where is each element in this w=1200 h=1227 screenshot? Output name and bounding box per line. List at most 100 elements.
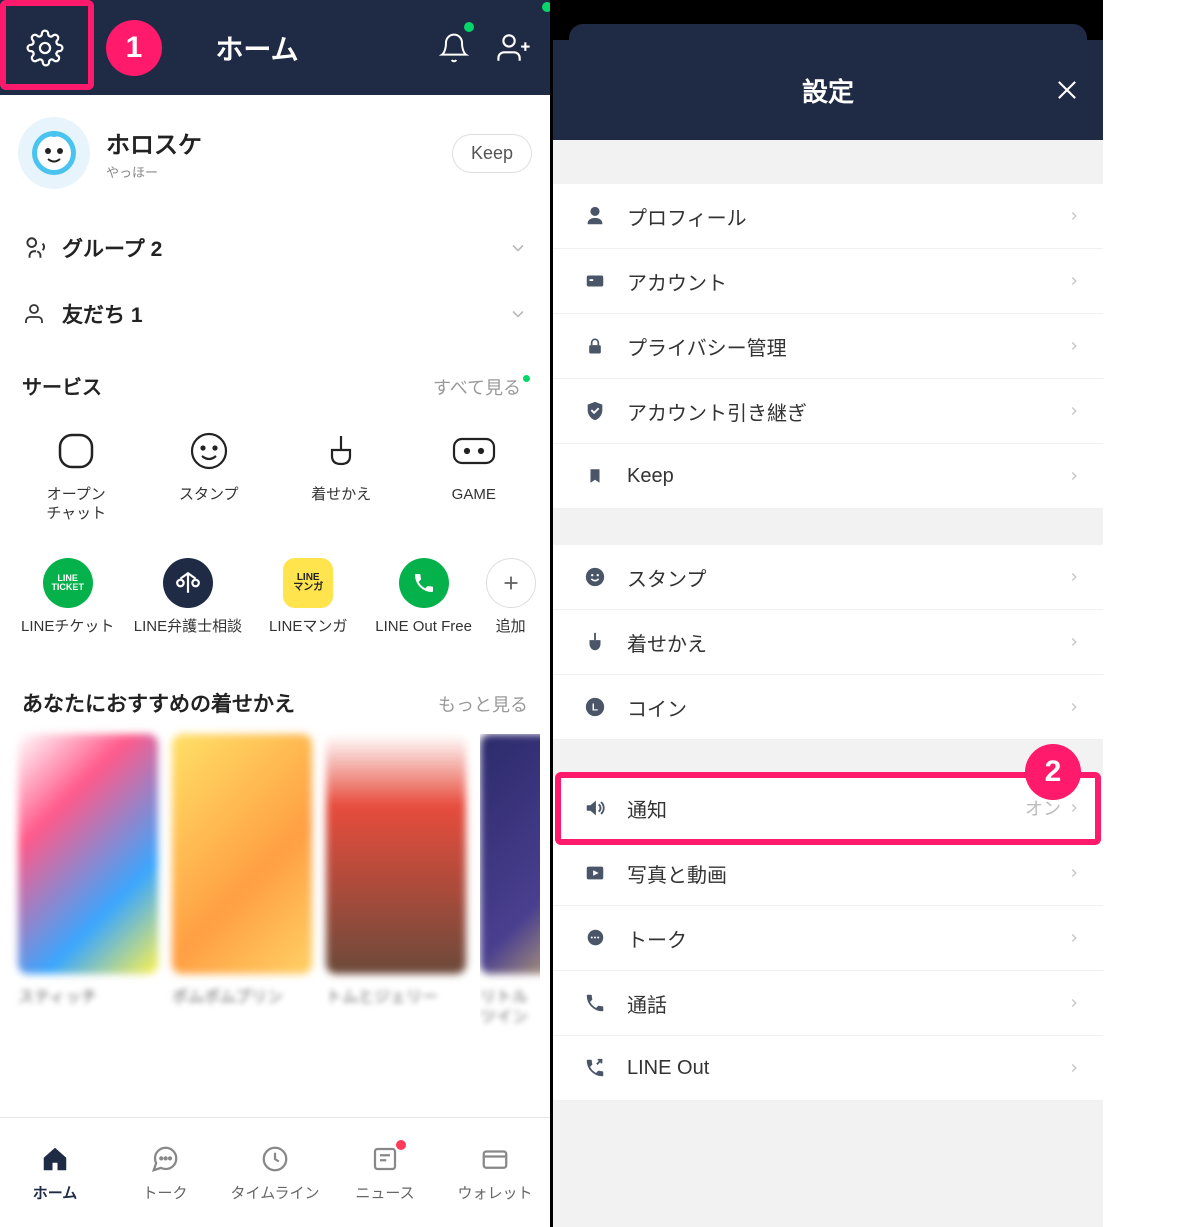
group-icon (22, 235, 52, 261)
service-line-out-free[interactable]: LINE Out Free (366, 552, 481, 643)
profile-status: やっほー (106, 162, 452, 181)
svg-text:L: L (592, 703, 598, 714)
settings-privacy[interactable]: プライバシー管理 (553, 314, 1103, 379)
brush-icon (316, 426, 366, 476)
line-out-icon (399, 558, 449, 608)
recommended-more-link[interactable]: もっと見る (438, 691, 528, 717)
settings-label: プライバシー管理 (627, 332, 1067, 361)
groups-label: グループ 2 (62, 233, 508, 263)
theme-item[interactable]: ポムポムプリン (172, 734, 312, 1028)
settings-account[interactable]: アカウント (553, 249, 1103, 314)
smile-icon (575, 566, 615, 588)
chevron-right-icon (1067, 570, 1081, 584)
settings-line-out[interactable]: LINE Out (553, 1036, 1103, 1101)
services-more-link[interactable]: すべて見る (433, 374, 521, 400)
settings-talk[interactable]: トーク (553, 906, 1103, 971)
settings-coin[interactable]: L コイン (553, 675, 1103, 740)
tab-timeline[interactable]: タイムライン (220, 1118, 330, 1227)
settings-photo-video[interactable]: 写真と動画 (553, 841, 1103, 906)
game-icon (449, 426, 499, 476)
recommended-title: あなたにおすすめの着せかえ (22, 688, 438, 718)
chevron-right-icon (1067, 801, 1081, 815)
tab-talk[interactable]: トーク (110, 1118, 220, 1227)
chevron-down-icon (508, 304, 528, 324)
theme-caption: ポムポムプリン (172, 988, 312, 1028)
notifications-button[interactable] (424, 0, 484, 95)
chevron-right-icon (1067, 635, 1081, 649)
chat-icon (575, 927, 615, 949)
service-add[interactable]: 追加 (481, 552, 540, 643)
service-game[interactable]: GAME (408, 420, 541, 530)
gear-icon (26, 29, 64, 67)
tab-news[interactable]: ニュース (330, 1118, 440, 1227)
settings-call[interactable]: 通話 (553, 971, 1103, 1036)
tab-wallet[interactable]: ウォレット (440, 1118, 550, 1227)
speaker-icon (575, 797, 615, 819)
badge-dot-icon (396, 1140, 406, 1150)
line-manga-icon: LINEマンガ (283, 558, 333, 608)
clock-icon (258, 1142, 292, 1176)
settings-label: Keep (627, 465, 1067, 488)
service-label: スタンプ (145, 486, 274, 505)
service-label: LINEチケット (12, 618, 123, 637)
settings-profile[interactable]: プロフィール (553, 184, 1103, 249)
chevron-right-icon (1067, 404, 1081, 418)
theme-item[interactable]: スティッチ (18, 734, 158, 1028)
openchat-icon (51, 426, 101, 476)
chevron-down-icon (508, 238, 528, 258)
settings-transfer[interactable]: アカウント引き継ぎ (553, 379, 1103, 444)
settings-label: トーク (627, 924, 1067, 953)
person-icon (22, 302, 52, 326)
theme-thumb (326, 734, 466, 974)
keep-button[interactable]: Keep (452, 134, 532, 173)
smile-icon (184, 426, 234, 476)
sheet-peek (569, 24, 1087, 40)
service-line-ticket[interactable]: LINETICKET LINEチケット (10, 552, 125, 643)
close-button[interactable] (1053, 76, 1081, 104)
wallet-icon (478, 1142, 512, 1176)
tab-label: ニュース (355, 1182, 414, 1203)
tab-home[interactable]: ホーム (0, 1118, 110, 1227)
groups-row[interactable]: グループ 2 (0, 215, 550, 281)
settings-notification[interactable]: 通知 オン (553, 776, 1103, 841)
service-line-manga[interactable]: LINEマンガ LINEマンガ (251, 552, 366, 643)
theme-caption: リトルツイン (480, 988, 540, 1028)
settings-label: LINE Out (627, 1057, 1067, 1080)
friends-row[interactable]: 友だち 1 (0, 281, 550, 347)
chevron-right-icon (1067, 931, 1081, 945)
tab-label: ホーム (33, 1182, 78, 1203)
settings-keep[interactable]: Keep (553, 444, 1103, 509)
theme-thumb (18, 734, 158, 974)
settings-pane: 設定 プロフィール アカウント プライバシー管理 アカウント引き継ぎ Keep … (553, 0, 1103, 1227)
recommended-header: あなたにおすすめの着せかえ もっと見る (0, 652, 550, 734)
services-grid: オープン チャット スタンプ 着せかえ GAME LINETICKET LINE… (0, 414, 550, 652)
service-line-lawyer[interactable]: LINE弁護士相談 (125, 552, 250, 643)
news-icon (368, 1142, 402, 1176)
settings-label: 写真と動画 (627, 859, 1067, 888)
line-lawyer-icon (163, 558, 213, 608)
service-theme[interactable]: 着せかえ (275, 420, 408, 530)
theme-item[interactable]: トムとジェリー (326, 734, 466, 1028)
profile-name: ホロスケ (106, 125, 452, 160)
add-friend-button[interactable] (484, 0, 544, 95)
recommended-themes[interactable]: スティッチ ポムポムプリン トムとジェリー リトルツイン (0, 734, 550, 1028)
profile-section[interactable]: ホロスケ やっほー Keep (0, 95, 550, 215)
settings-header: 設定 (553, 40, 1103, 140)
home-icon (38, 1142, 72, 1176)
settings-label: アカウント (627, 267, 1067, 296)
phone-out-icon (575, 1057, 615, 1079)
bookmark-icon (575, 465, 615, 487)
service-stamp[interactable]: スタンプ (143, 420, 276, 530)
settings-label: 着せかえ (627, 628, 1067, 657)
profile-text: ホロスケ やっほー (106, 125, 452, 181)
service-label: LINEマンガ (253, 618, 364, 637)
account-icon (575, 270, 615, 292)
theme-item[interactable]: リトルツイン (480, 734, 540, 1028)
section-gap (553, 140, 1103, 184)
settings-stamp[interactable]: スタンプ (553, 545, 1103, 610)
settings-theme[interactable]: 着せかえ (553, 610, 1103, 675)
settings-button[interactable] (0, 3, 90, 93)
play-icon (575, 862, 615, 884)
service-openchat[interactable]: オープン チャット (10, 420, 143, 530)
statusbar (553, 0, 1103, 24)
